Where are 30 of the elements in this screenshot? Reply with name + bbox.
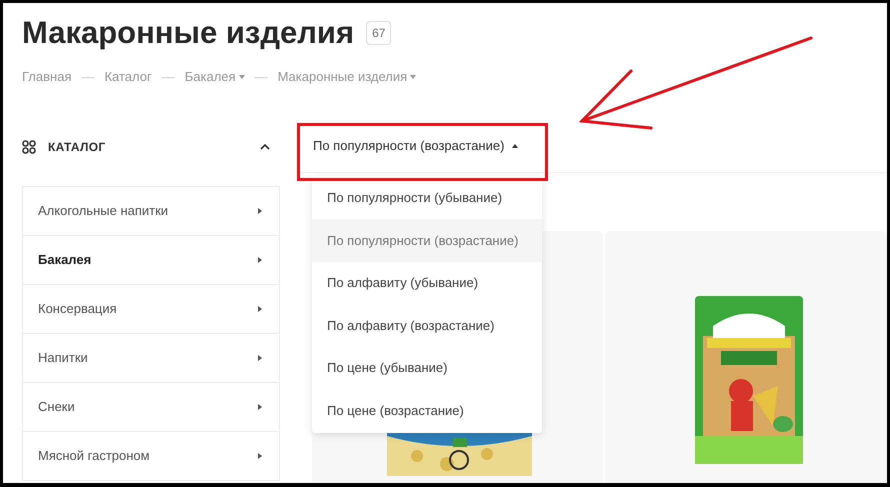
grid-icon — [22, 140, 36, 154]
sort-option[interactable]: По алфавиту (убывание) — [312, 262, 542, 304]
caret-right-icon — [258, 208, 262, 214]
sort-option[interactable]: По популярности (убывание) — [312, 176, 542, 219]
breadcrumb-separator: — — [254, 68, 268, 86]
category-item[interactable]: Снеки — [22, 382, 280, 432]
caret-right-icon — [258, 354, 262, 360]
category-item[interactable]: Бакалея — [22, 234, 280, 284]
sort-option[interactable]: По алфавиту (возрастание) — [312, 304, 542, 346]
caret-down-icon — [410, 74, 416, 79]
caret-right-icon — [258, 452, 262, 458]
caret-up-icon — [512, 144, 518, 148]
caret-right-icon — [258, 256, 262, 262]
sort-option[interactable]: По цене (возрастание) — [312, 389, 542, 432]
caret-right-icon — [258, 306, 262, 312]
sort-option[interactable]: По популярности (возрастание) — [312, 219, 542, 262]
category-item[interactable]: Мясной гастроном — [22, 430, 280, 480]
page-title: Макаронные изделия — [22, 14, 354, 52]
catalog-header[interactable]: КАТАЛОГ — [22, 138, 280, 156]
sort-dropdown[interactable]: По популярности (возрастание) — [297, 136, 518, 156]
category-item[interactable]: Алкогольные напитки — [22, 186, 280, 236]
caret-right-icon — [258, 404, 262, 410]
sort-option[interactable]: По цене (убывание) — [312, 346, 542, 389]
category-item[interactable]: Консервация — [22, 284, 280, 334]
category-item[interactable]: Напитки — [22, 332, 280, 382]
product-count: 67 — [366, 21, 392, 45]
breadcrumb-separator: — — [162, 68, 175, 86]
breadcrumb-separator: — — [81, 68, 94, 86]
caret-down-icon — [238, 74, 245, 79]
product-card[interactable] — [605, 230, 887, 483]
